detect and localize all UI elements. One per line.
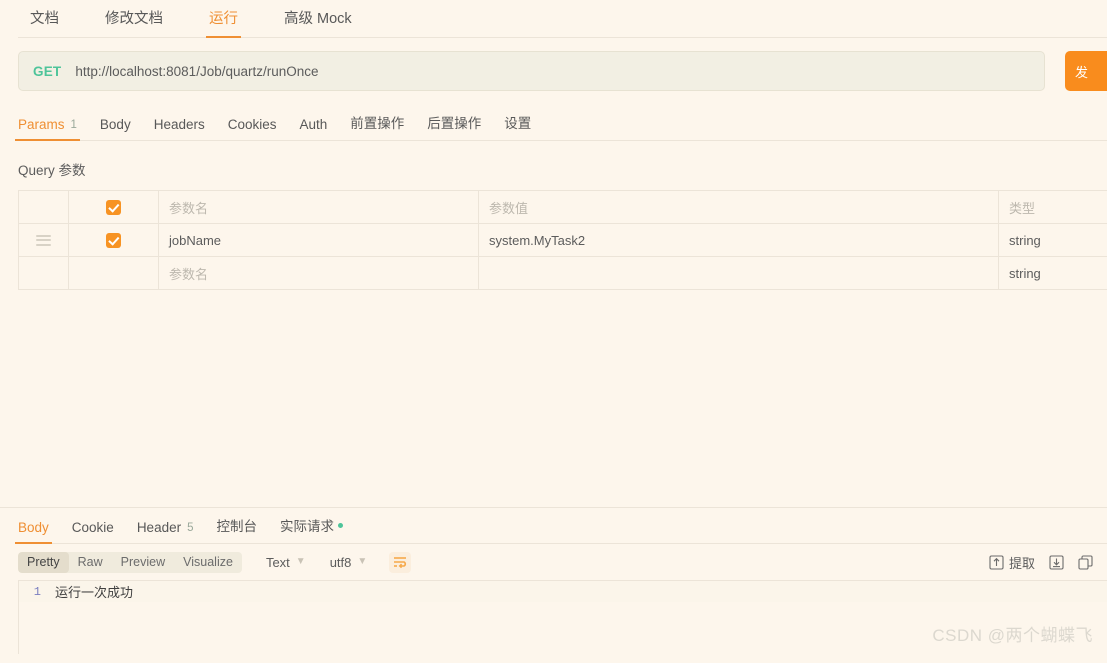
- query-params-title: Query 参数: [18, 163, 86, 178]
- tab-settings[interactable]: 设置: [504, 112, 531, 141]
- view-mode-group: Pretty Raw Preview Visualize: [18, 551, 242, 573]
- copy-icon: [1078, 554, 1093, 570]
- row-checkbox-cell: [69, 257, 159, 289]
- header-checkbox-cell: [69, 191, 159, 223]
- row-checkbox-cell: [69, 224, 159, 256]
- tab-cookies[interactable]: Cookies: [228, 117, 277, 141]
- tab-pre-operation[interactable]: 前置操作: [350, 112, 404, 141]
- row-param-value-input[interactable]: [479, 257, 999, 289]
- header-param-name: 参数名: [159, 191, 479, 223]
- tab-run[interactable]: 运行: [206, 7, 241, 38]
- tab-run-label: 运行: [209, 11, 238, 27]
- tab-advanced-mock[interactable]: 高级 Mock: [284, 7, 352, 38]
- http-method-label: GET: [33, 63, 62, 79]
- primary-tab-bar: 文档 修改文档 运行 高级 Mock: [0, 0, 1107, 38]
- response-pane: Body Cookie Header 5 控制台 实际请求 Pretty Raw…: [0, 508, 1107, 663]
- encoding-select-value: utf8: [329, 554, 352, 570]
- header-drag-cell: [19, 191, 69, 223]
- tab-post-operation-label: 后置操作: [427, 116, 482, 131]
- tab-body-label: Body: [99, 117, 131, 132]
- header-param-type: 类型: [1009, 200, 1036, 216]
- format-select-value: Text: [265, 554, 290, 570]
- response-tab-console[interactable]: 控制台: [217, 515, 258, 544]
- view-mode-pretty[interactable]: Pretty: [18, 551, 69, 573]
- tab-document[interactable]: 文档: [30, 7, 59, 38]
- row-param-name-input[interactable]: 参数名: [159, 257, 479, 289]
- tab-advanced-mock-label: 高级 Mock: [284, 11, 352, 27]
- word-wrap-toggle[interactable]: [389, 551, 412, 573]
- response-tab-body[interactable]: Body: [15, 520, 52, 544]
- response-tab-header-label: Header: [136, 520, 182, 535]
- tab-headers-label: Headers: [153, 117, 205, 132]
- tab-params-label: Params: [18, 117, 65, 132]
- response-body-viewer[interactable]: 1 运行一次成功 CSDN @两个蝴蝶飞: [18, 580, 1107, 654]
- query-params-table: 参数名 参数值 类型 jobName system.MyTask2 string…: [18, 190, 1107, 290]
- row-drag-cell: [19, 257, 69, 289]
- url-input[interactable]: GET http://localhost:8081/Job/quartz/run…: [18, 51, 1045, 91]
- request-tab-bar: Params 1 Body Headers Cookies Auth 前置操作 …: [0, 105, 1107, 141]
- save-icon: [1049, 554, 1064, 570]
- row-param-type-select[interactable]: string: [999, 257, 1107, 289]
- response-tab-actual-request-label: 实际请求: [280, 519, 334, 534]
- watermark: CSDN @两个蝴蝶飞: [932, 626, 1093, 645]
- copy-button[interactable]: [1078, 554, 1093, 570]
- view-mode-preview[interactable]: Preview: [112, 552, 174, 573]
- response-tab-bar: Body Cookie Header 5 控制台 实际请求: [0, 508, 1107, 544]
- drag-handle-icon[interactable]: [36, 234, 51, 246]
- extract-button[interactable]: 提取: [989, 553, 1035, 572]
- response-tab-cookie[interactable]: Cookie: [72, 520, 114, 544]
- tab-edit-document-label: 修改文档: [105, 11, 163, 27]
- tab-params-badge: 1: [70, 118, 77, 131]
- chevron-down-icon: ▼: [357, 556, 368, 567]
- tab-settings-label: 设置: [504, 116, 532, 131]
- code-line: 1 运行一次成功: [19, 581, 1107, 602]
- tab-post-operation[interactable]: 后置操作: [427, 112, 481, 141]
- tab-document-label: 文档: [30, 11, 59, 27]
- encoding-select[interactable]: utf8 ▼: [330, 555, 368, 570]
- view-mode-visualize[interactable]: Visualize: [174, 552, 242, 573]
- word-wrap-icon: [394, 557, 407, 568]
- row-param-type-select[interactable]: string: [999, 224, 1107, 256]
- view-mode-raw[interactable]: Raw: [69, 552, 112, 573]
- tab-auth-label: Auth: [299, 117, 328, 132]
- table-header-row: 参数名 参数值 类型: [19, 191, 1107, 224]
- chevron-down-icon: ▼: [295, 556, 306, 567]
- extract-icon: [989, 554, 1004, 570]
- response-tab-actual-request[interactable]: 实际请求: [280, 515, 343, 544]
- format-select[interactable]: Text ▼: [266, 555, 306, 570]
- row-param-name-input[interactable]: jobName: [159, 224, 479, 256]
- table-row: 参数名 string: [19, 257, 1107, 290]
- response-tab-header[interactable]: Header 5: [137, 520, 194, 544]
- row-param-value-input[interactable]: system.MyTask2: [479, 224, 999, 256]
- response-tab-cookie-label: Cookie: [71, 520, 114, 535]
- response-tab-body-label: Body: [18, 520, 49, 535]
- tab-edit-document[interactable]: 修改文档: [105, 7, 163, 38]
- row-enabled-checkbox[interactable]: [106, 232, 121, 248]
- status-dot-icon: [338, 522, 343, 528]
- send-button[interactable]: 发: [1065, 51, 1107, 91]
- request-url-row: GET http://localhost:8081/Job/quartz/run…: [0, 51, 1107, 91]
- select-all-checkbox[interactable]: [106, 199, 121, 215]
- tab-body[interactable]: Body: [100, 117, 131, 141]
- response-tab-header-badge: 5: [187, 521, 194, 534]
- row-drag-cell[interactable]: [19, 224, 69, 256]
- table-row: jobName system.MyTask2 string: [19, 224, 1107, 257]
- tab-auth[interactable]: Auth: [300, 117, 328, 141]
- response-toolbar: Pretty Raw Preview Visualize Text ▼ utf8…: [0, 544, 1107, 580]
- tab-pre-operation-label: 前置操作: [350, 116, 405, 131]
- tab-cookies-label: Cookies: [227, 117, 277, 132]
- response-tab-console-label: 控制台: [216, 519, 258, 534]
- line-content: 运行一次成功: [55, 585, 134, 600]
- save-button[interactable]: [1049, 554, 1064, 570]
- url-text: http://localhost:8081/Job/quartz/runOnce: [75, 63, 319, 79]
- header-param-value: 参数值: [479, 191, 999, 223]
- tab-params[interactable]: Params 1: [15, 117, 80, 141]
- tab-headers[interactable]: Headers: [154, 117, 205, 141]
- line-number: 1: [33, 584, 41, 599]
- extract-label: 提取: [1008, 555, 1035, 571]
